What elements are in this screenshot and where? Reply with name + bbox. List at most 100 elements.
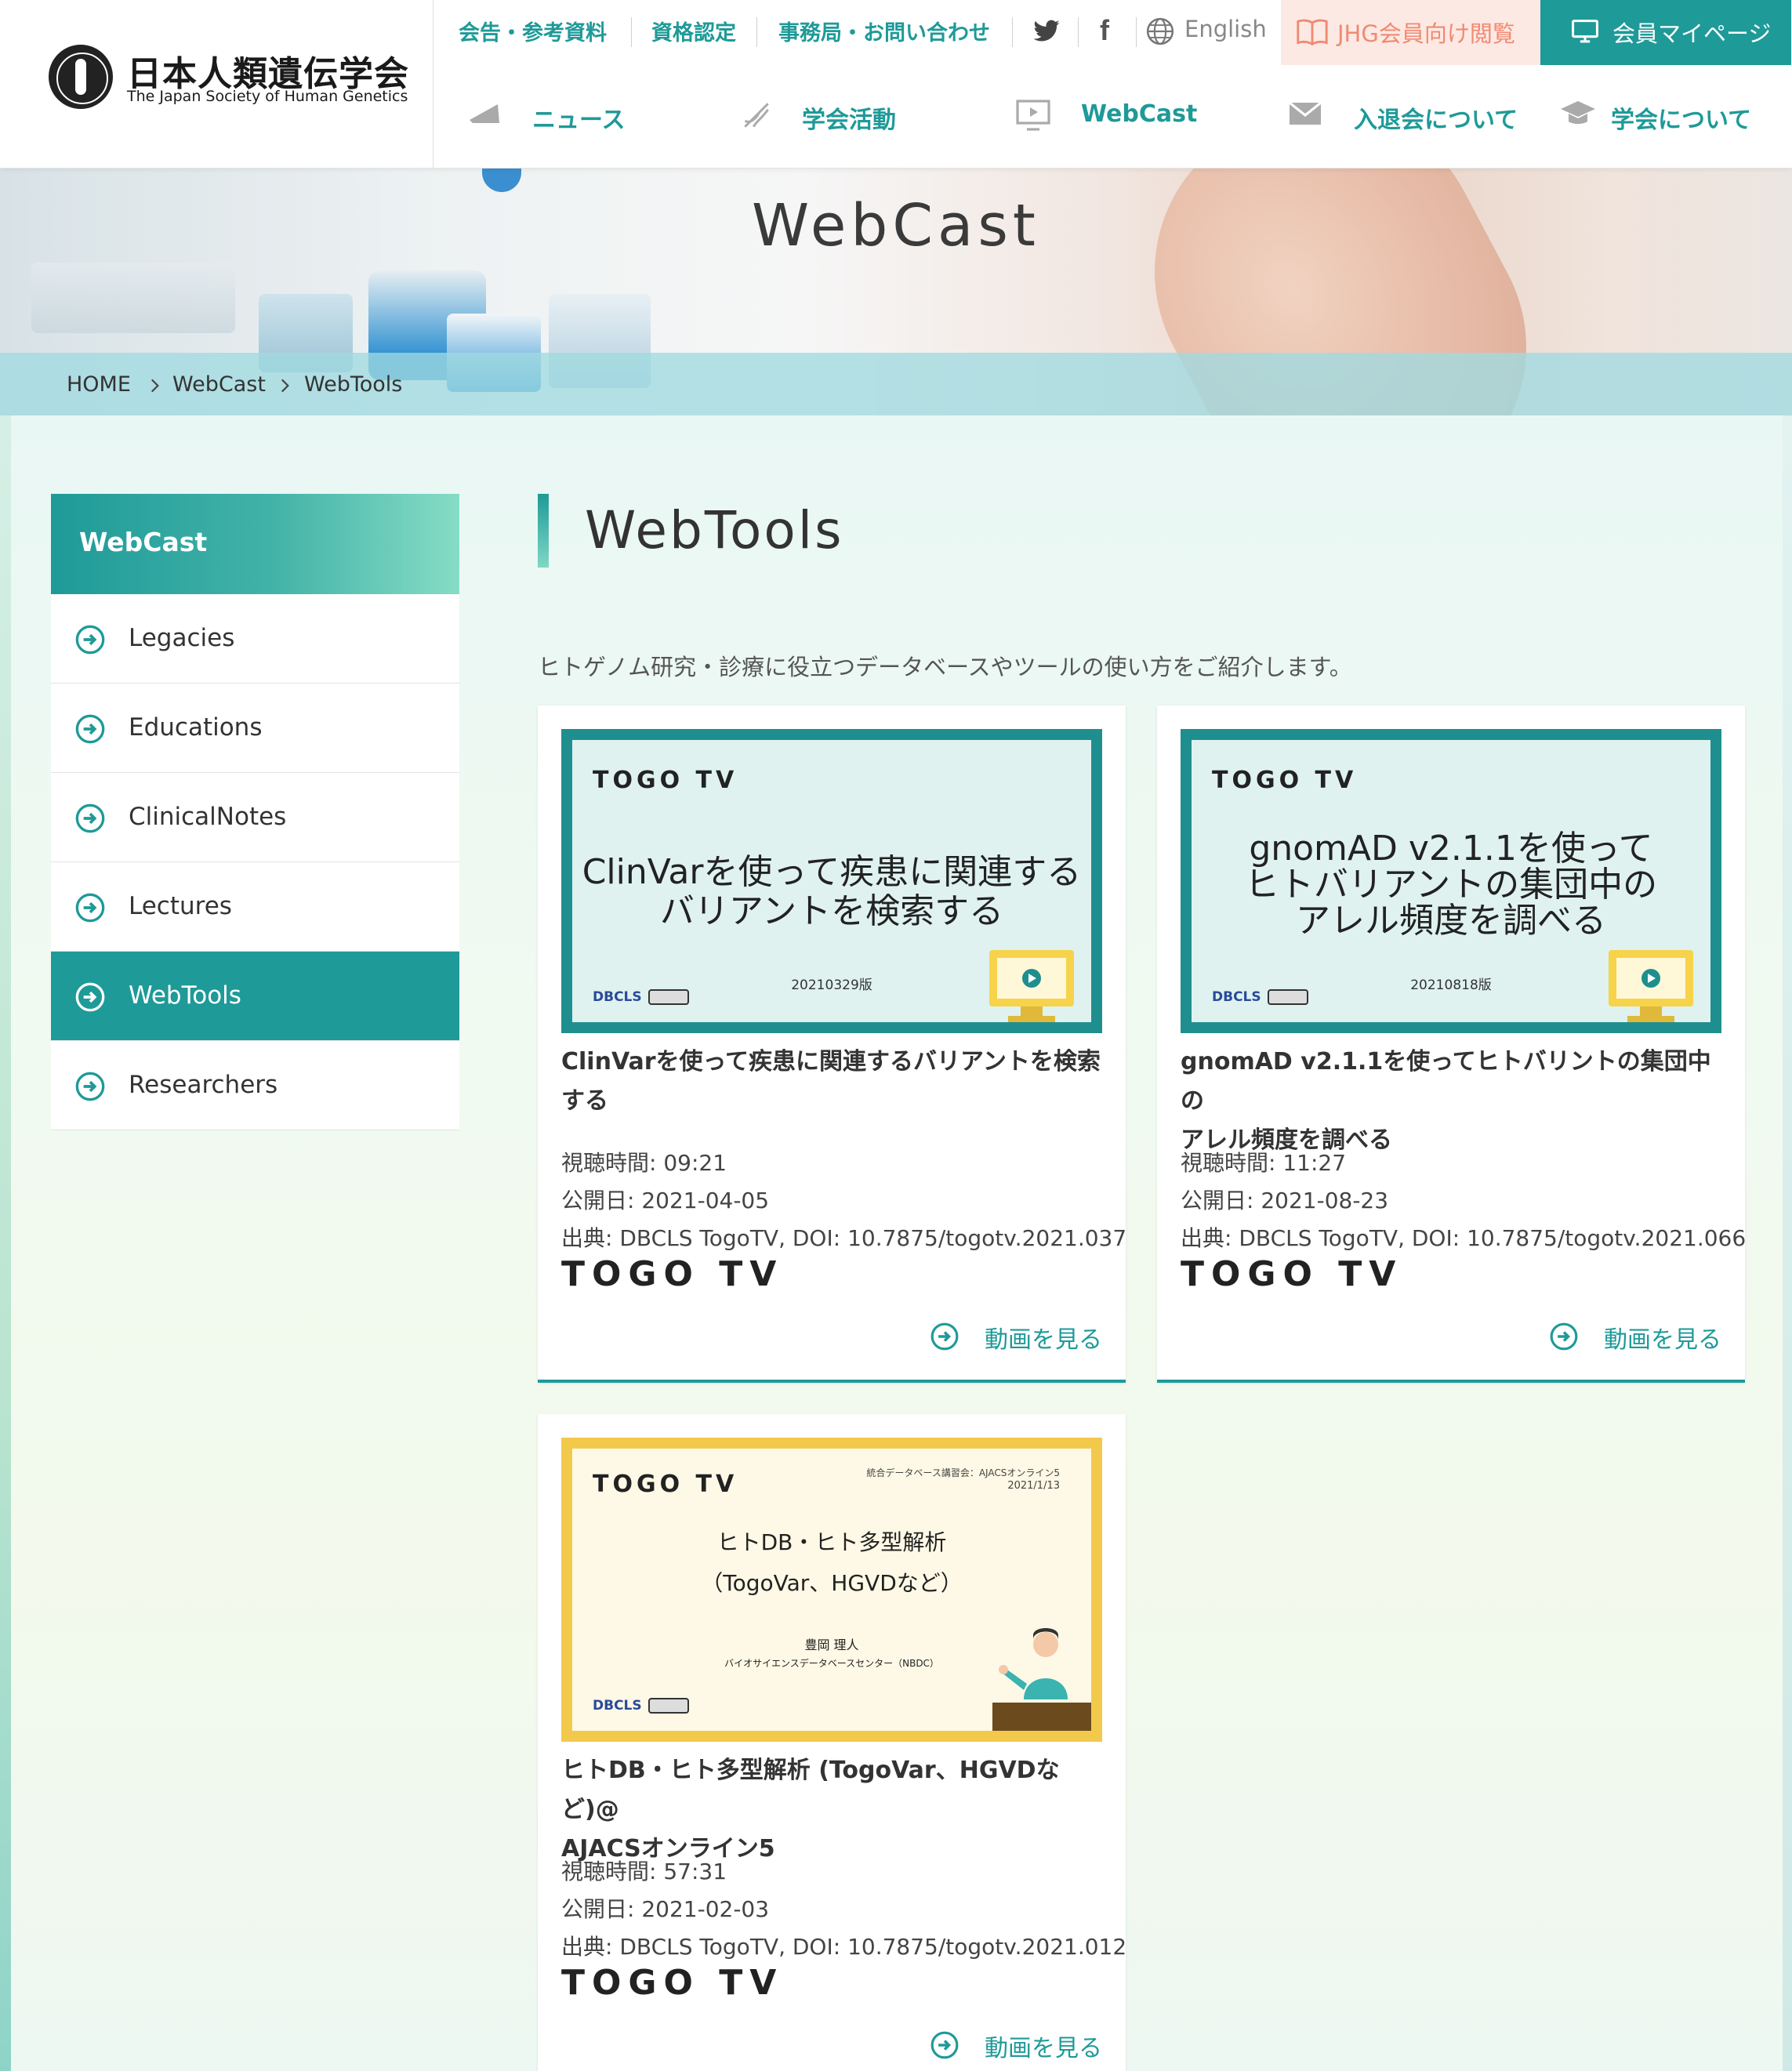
megaphone-icon xyxy=(470,104,499,123)
sidebar-item-researchers[interactable]: Researchers xyxy=(51,1041,459,1130)
nav-news[interactable]: ニュース xyxy=(466,98,655,137)
video-duration: 視聴時間: 11:27 xyxy=(1181,1150,1347,1176)
togotv-logo: TOGO TV xyxy=(561,1963,784,2003)
chevron-right-icon xyxy=(151,379,159,393)
thumbnail-title-line: アレル頻度を調べる xyxy=(1296,901,1606,941)
sidebar-item-legacies[interactable]: Legacies xyxy=(51,594,459,684)
arrow-circle-icon xyxy=(75,625,105,655)
sidebar-item-label: ClinicalNotes xyxy=(129,803,287,831)
thumbnail-title-line: （TogoVar、HGVDなど） xyxy=(701,1570,963,1596)
video-screen-icon xyxy=(1016,100,1050,131)
thumbnail-date: 2021/1/13 xyxy=(1007,1480,1060,1492)
video-published: 公開日: 2021-02-03 xyxy=(561,1896,770,1922)
sidebar-heading: WebCast xyxy=(51,494,459,594)
certification-link[interactable]: 資格認定 xyxy=(651,16,736,46)
nav-webcast[interactable]: WebCast xyxy=(1014,98,1202,137)
cc-license-icon xyxy=(648,989,689,1005)
watch-video-link[interactable]: 動画を見る xyxy=(930,2029,1102,2062)
dna-icon xyxy=(744,103,769,128)
globe-icon xyxy=(1146,17,1174,45)
page-intro: ヒトゲノム研究・診療に役立つデータベースやツールの使い方をご紹介します。 xyxy=(538,654,1352,680)
sidebar-item-webtools[interactable]: WebTools xyxy=(51,952,459,1041)
watch-video-link[interactable]: 動画を見る xyxy=(1549,1320,1721,1354)
dbcls-badge: DBCLS xyxy=(593,989,689,1005)
video-title[interactable]: ヒトDB・ヒト多型解析 (TogoVar、HGVDなど)@ AJACSオンライン… xyxy=(561,1751,1110,1869)
thumbnail-slide: TOGO TV ClinVarを使って疾患に関連する バリアントを検索する 20… xyxy=(572,740,1091,1022)
graduation-cap-icon xyxy=(1561,101,1595,124)
arrow-circle-icon xyxy=(75,803,105,833)
video-duration: 視聴時間: 09:21 xyxy=(561,1150,727,1176)
contact-link[interactable]: 事務局・お問い合わせ xyxy=(778,16,990,46)
togotv-logo: TOGO TV xyxy=(1212,767,1358,794)
thumbnail-title-line: バリアントを検索する xyxy=(659,891,1004,931)
video-title[interactable]: gnomAD v2.1.1を使ってヒトバリントの集団中の アレル頻度を調べる xyxy=(1181,1043,1729,1160)
thumbnail-event: 統合データベース講習会：AJACSオンライン5 xyxy=(866,1467,1060,1478)
heading-accent-bar xyxy=(538,494,549,568)
watch-video-label: 動画を見る xyxy=(1604,1326,1721,1354)
thumbnail-title-line: ヒトDB・ヒト多型解析 xyxy=(716,1529,947,1555)
site-logo[interactable]: 日本人類遺伝学会 The Japan Society of Human Gene… xyxy=(0,0,433,169)
togotv-logo: TOGO TV xyxy=(561,1254,784,1294)
sidebar-item-label: Lectures xyxy=(129,892,232,920)
breadcrumb-webcast[interactable]: WebCast xyxy=(172,372,266,397)
site-header: 日本人類遺伝学会 The Japan Society of Human Gene… xyxy=(0,0,1792,169)
watch-video-label: 動画を見る xyxy=(985,1326,1102,1354)
page-hero: WebCast xyxy=(0,169,1792,415)
watch-video-link[interactable]: 動画を見る xyxy=(930,1320,1102,1354)
video-thumbnail[interactable]: TOGO TV ClinVarを使って疾患に関連する バリアントを検索する 20… xyxy=(561,729,1102,1033)
language-link[interactable]: English xyxy=(1184,16,1267,42)
nav-about[interactable]: 学会について xyxy=(1559,98,1787,137)
thumbnail-title-line: gnomAD v2.1.1を使って xyxy=(1249,829,1653,869)
video-card: TOGO TV 統合データベース講習会：AJACSオンライン5 2021/1/1… xyxy=(538,1414,1126,2071)
nav-activities[interactable]: 学会活動 xyxy=(739,98,943,137)
facebook-icon[interactable]: f xyxy=(1100,14,1109,47)
video-card: TOGO TV gnomAD v2.1.1を使って ヒトバリアントの集団中の ア… xyxy=(1157,705,1746,1383)
announcements-link[interactable]: 会告・参考資料 xyxy=(459,16,607,46)
mypage-label: 会員マイページ xyxy=(1612,20,1772,47)
page-title: WebTools xyxy=(585,500,844,560)
togotv-logo: TOGO TV xyxy=(1181,1254,1403,1294)
breadcrumb-current: WebTools xyxy=(304,372,403,397)
jhg-member-label: JHG会員向け閲覧 xyxy=(1337,20,1515,47)
nav-webcast-label: WebCast xyxy=(1081,100,1198,128)
togotv-logo: TOGO TV xyxy=(593,1471,738,1498)
sidebar-item-label: Researchers xyxy=(129,1071,278,1099)
thumbnail-title-line: ヒトバリアントの集団中の xyxy=(1244,865,1658,905)
book-icon xyxy=(1297,19,1328,46)
video-published: 公開日: 2021-08-23 xyxy=(1181,1188,1389,1213)
divider xyxy=(1136,17,1137,47)
sidebar-heading-label: WebCast xyxy=(79,527,208,557)
video-thumbnail[interactable]: TOGO TV 統合データベース講習会：AJACSオンライン5 2021/1/1… xyxy=(561,1438,1102,1742)
utility-bar: 会告・参考資料 資格認定 事務局・お問い合わせ f English JHG会員向… xyxy=(433,0,1792,65)
presenter-illustration-icon xyxy=(992,1628,1091,1731)
video-title-line: gnomAD v2.1.1を使ってヒトバリントの集団中の xyxy=(1181,1048,1711,1115)
dbcls-label: DBCLS xyxy=(593,1698,642,1714)
thumbnail-slide: TOGO TV gnomAD v2.1.1を使って ヒトバリアントの集団中の ア… xyxy=(1192,740,1710,1022)
nav-news-label: ニュース xyxy=(532,107,626,134)
hero-tube-image xyxy=(31,263,235,333)
mypage-button[interactable]: 会員マイページ xyxy=(1540,0,1791,65)
hero-droplet-image xyxy=(482,169,521,192)
video-title[interactable]: ClinVarを使って疾患に関連するバリアントを検索 する xyxy=(561,1043,1110,1121)
main-nav: ニュース 学会活動 WebCast 入退会について 学会について xyxy=(433,65,1792,169)
nav-activities-label: 学会活動 xyxy=(802,107,896,134)
jhg-member-button[interactable]: JHG会員向け閲覧 xyxy=(1281,0,1540,65)
thumbnail-title-line: ClinVarを使って疾患に関連する xyxy=(582,852,1082,892)
monitor-icon xyxy=(1609,950,1693,1022)
divider xyxy=(1012,17,1013,47)
video-thumbnail[interactable]: TOGO TV gnomAD v2.1.1を使って ヒトバリアントの集団中の ア… xyxy=(1181,729,1721,1033)
divider xyxy=(756,17,757,47)
cc-license-icon xyxy=(648,1698,689,1714)
envelope-icon xyxy=(1289,101,1322,125)
twitter-icon[interactable] xyxy=(1031,17,1062,45)
sidebar-item-lectures[interactable]: Lectures xyxy=(51,862,459,952)
dbcls-badge: DBCLS xyxy=(1212,989,1308,1005)
breadcrumb-home[interactable]: HOME xyxy=(67,372,131,397)
sidebar-item-clinicalnotes[interactable]: ClinicalNotes xyxy=(51,773,459,862)
sidebar-item-educations[interactable]: Educations xyxy=(51,684,459,773)
sidebar-item-label: Legacies xyxy=(129,624,235,652)
dbcls-badge: DBCLS xyxy=(593,1698,689,1714)
video-title-line: ClinVarを使って疾患に関連するバリアントを検索 xyxy=(561,1048,1101,1075)
nav-membership[interactable]: 入退会について xyxy=(1286,98,1537,137)
video-source: 出典: DBCLS TogoTV, DOI: 10.7875/togotv.20… xyxy=(561,1225,1127,1251)
